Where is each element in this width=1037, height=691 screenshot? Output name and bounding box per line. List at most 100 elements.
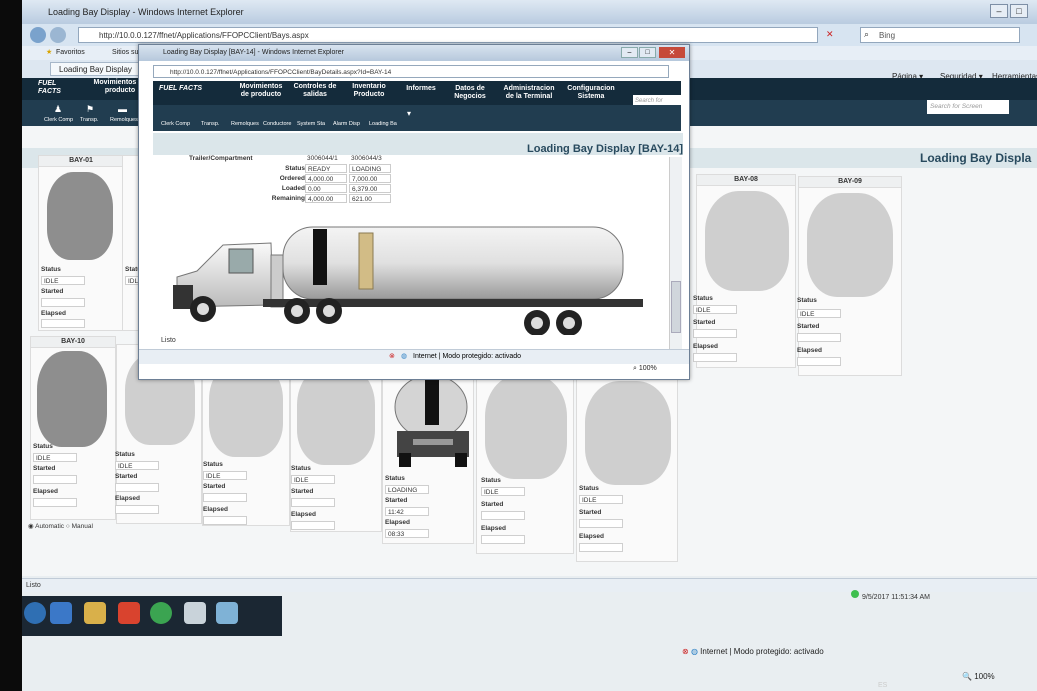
manual-label: Manual bbox=[71, 523, 93, 530]
bay-card[interactable]: Status LOADING Started 11:42 Elapsed 08:… bbox=[382, 366, 474, 544]
notepad-taskbar-icon[interactable] bbox=[184, 602, 206, 624]
tool-transp[interactable]: Transp. bbox=[80, 117, 98, 123]
clerk-comp-icon[interactable]: ♟ bbox=[54, 104, 64, 114]
toolbar-dropdown-icon[interactable]: ▾ bbox=[407, 109, 411, 118]
search-input[interactable]: Bing bbox=[860, 27, 1020, 43]
radio-manual[interactable]: ○ bbox=[66, 523, 70, 530]
bay-card[interactable]: BAY-08 Status IDLE Started Elapsed bbox=[693, 174, 796, 368]
elapsed-value bbox=[291, 521, 335, 530]
nav-datos-negocios[interactable]: Datos de Negocios bbox=[445, 85, 495, 101]
zoom-control[interactable]: 🔍 100% bbox=[962, 672, 995, 681]
chrome-taskbar-icon[interactable] bbox=[150, 602, 172, 624]
started-value bbox=[291, 498, 335, 507]
tool-alarm-display[interactable]: Alarm Disp bbox=[333, 121, 360, 127]
popup-minimize-button[interactable]: – bbox=[621, 47, 638, 58]
started-label: Started bbox=[291, 488, 314, 495]
tool-transp[interactable]: Transp. bbox=[201, 121, 219, 127]
address-row: http://10.0.0.127/ffnet/Applications/FFO… bbox=[22, 24, 1037, 46]
bay-card[interactable]: BAY-09 Status IDLE Started Elapsed bbox=[797, 176, 902, 376]
popup-close-button[interactable]: ✕ bbox=[659, 47, 685, 58]
nav-inventario[interactable]: Inventario Producto bbox=[345, 83, 393, 99]
started-value bbox=[33, 475, 77, 484]
popup-scroll-thumb[interactable] bbox=[671, 281, 681, 333]
started-value bbox=[41, 298, 85, 307]
favorites-button[interactable]: Favoritos bbox=[56, 46, 85, 60]
bay-card[interactable]: Status IDLE Started Elapsed bbox=[476, 368, 574, 554]
language-indicator[interactable]: ES bbox=[878, 682, 887, 689]
bay-label: BAY-08 bbox=[697, 175, 795, 186]
minimize-button[interactable]: – bbox=[990, 4, 1008, 18]
address-bar[interactable]: http://10.0.0.127/ffnet/Applications/FFO… bbox=[78, 27, 818, 43]
stop-icon[interactable]: ✕ bbox=[826, 29, 834, 40]
nav-informes[interactable]: Informes bbox=[401, 85, 441, 93]
tool-clerk-comp[interactable]: Clerk Comp bbox=[161, 121, 190, 127]
popup-address-bar[interactable]: http://10.0.0.127/ffnet/Applications/FFO… bbox=[153, 65, 669, 78]
tool-system-status[interactable]: System Sta bbox=[297, 121, 325, 127]
status-label: Status bbox=[291, 465, 311, 472]
bay-card[interactable]: Status IDLE Started Elapsed bbox=[576, 376, 678, 562]
bay-details-popup: Loading Bay Display [BAY-14] - Windows I… bbox=[138, 44, 690, 380]
status-label: Status bbox=[385, 475, 405, 482]
app-taskbar-icon[interactable] bbox=[216, 602, 238, 624]
status-value: IDLE bbox=[41, 276, 85, 285]
tool-conductores[interactable]: Conductore bbox=[263, 121, 291, 127]
forward-icon[interactable] bbox=[50, 27, 66, 43]
elapsed-value bbox=[579, 543, 623, 552]
detail-value-1: READY bbox=[305, 164, 347, 173]
zoom-icon: 🔍 bbox=[962, 672, 972, 681]
start-button-icon[interactable] bbox=[24, 602, 46, 624]
started-value bbox=[693, 329, 737, 338]
started-label: Started bbox=[693, 319, 716, 326]
popup-zoom-control[interactable]: ⌕ 100% bbox=[633, 365, 657, 373]
transp-icon[interactable]: ⚑ bbox=[86, 104, 96, 114]
tool-clerk-comp[interactable]: Clerk Comp bbox=[44, 117, 73, 123]
elapsed-label: Elapsed bbox=[481, 525, 506, 532]
maximize-button[interactable]: □ bbox=[1010, 4, 1028, 18]
nav-controles[interactable]: Controles de salidas bbox=[291, 83, 339, 99]
bay-card[interactable]: BAY-10 Status IDLE Started Elapsed bbox=[30, 336, 116, 520]
compartment-marker-2 bbox=[358, 232, 374, 290]
elapsed-label: Elapsed bbox=[797, 347, 822, 354]
status-label: Status bbox=[579, 485, 599, 492]
nav-administracion[interactable]: Administracion de la Terminal bbox=[499, 85, 559, 101]
timestamp: 9/5/2017 11:51:34 AM bbox=[862, 594, 930, 601]
page-title: Loading Bay Displa bbox=[920, 151, 1032, 165]
elapsed-value bbox=[115, 505, 159, 514]
popup-status-bar: ⊗ ◍ Internet | Modo protegido: activado bbox=[139, 349, 689, 364]
started-value bbox=[481, 511, 525, 520]
bay-card[interactable]: BAY-01 Status IDLE Started Elapsed bbox=[38, 155, 124, 331]
tool-loading-bay[interactable]: Loading Ba bbox=[369, 121, 397, 127]
nav-movimientos[interactable]: Movimientos de producto bbox=[235, 83, 287, 99]
back-icon[interactable] bbox=[30, 27, 46, 43]
detail-value-2: 621.00 bbox=[349, 194, 391, 203]
folder-taskbar-icon[interactable] bbox=[84, 602, 106, 624]
elapsed-label: Elapsed bbox=[115, 495, 140, 502]
tool-remolques[interactable]: Remolques bbox=[231, 121, 259, 127]
popup-maximize-button[interactable]: □ bbox=[639, 47, 656, 58]
tab-loading-bay[interactable]: Loading Bay Display bbox=[50, 62, 150, 76]
elapsed-label: Elapsed bbox=[41, 310, 66, 317]
nav-configuracion[interactable]: Configuracion Sistema bbox=[563, 85, 619, 101]
elapsed-value bbox=[203, 516, 247, 525]
started-value bbox=[115, 483, 159, 492]
started-label: Started bbox=[115, 473, 138, 480]
detail-label: Loaded bbox=[281, 185, 305, 192]
automatic-label: Automatic bbox=[35, 523, 65, 530]
media-taskbar-icon[interactable] bbox=[118, 602, 140, 624]
ie-taskbar-icon[interactable] bbox=[50, 602, 72, 624]
popup-zone-text: Internet | Modo protegido: activado bbox=[413, 353, 522, 360]
compartment-marker-1 bbox=[313, 229, 327, 285]
trailer-icon[interactable]: ▬ bbox=[118, 104, 128, 114]
globe-icon: ◍ bbox=[401, 353, 408, 360]
status-value: IDLE bbox=[481, 487, 525, 496]
elapsed-label: Elapsed bbox=[33, 488, 58, 495]
tanker-loading-icon bbox=[394, 374, 469, 467]
tanker-icon bbox=[47, 172, 113, 260]
bay-card[interactable]: Status IDLE Started Elapsed bbox=[290, 358, 382, 532]
status-value: IDLE bbox=[693, 305, 737, 314]
radio-automatic[interactable]: ◉ bbox=[28, 523, 34, 530]
tool-remolques[interactable]: Remolques bbox=[110, 117, 138, 123]
screen-search-input[interactable]: Search for Screen bbox=[927, 100, 1009, 114]
bay-label: BAY-09 bbox=[799, 177, 901, 188]
popup-zoom-level: 100% bbox=[638, 365, 657, 372]
